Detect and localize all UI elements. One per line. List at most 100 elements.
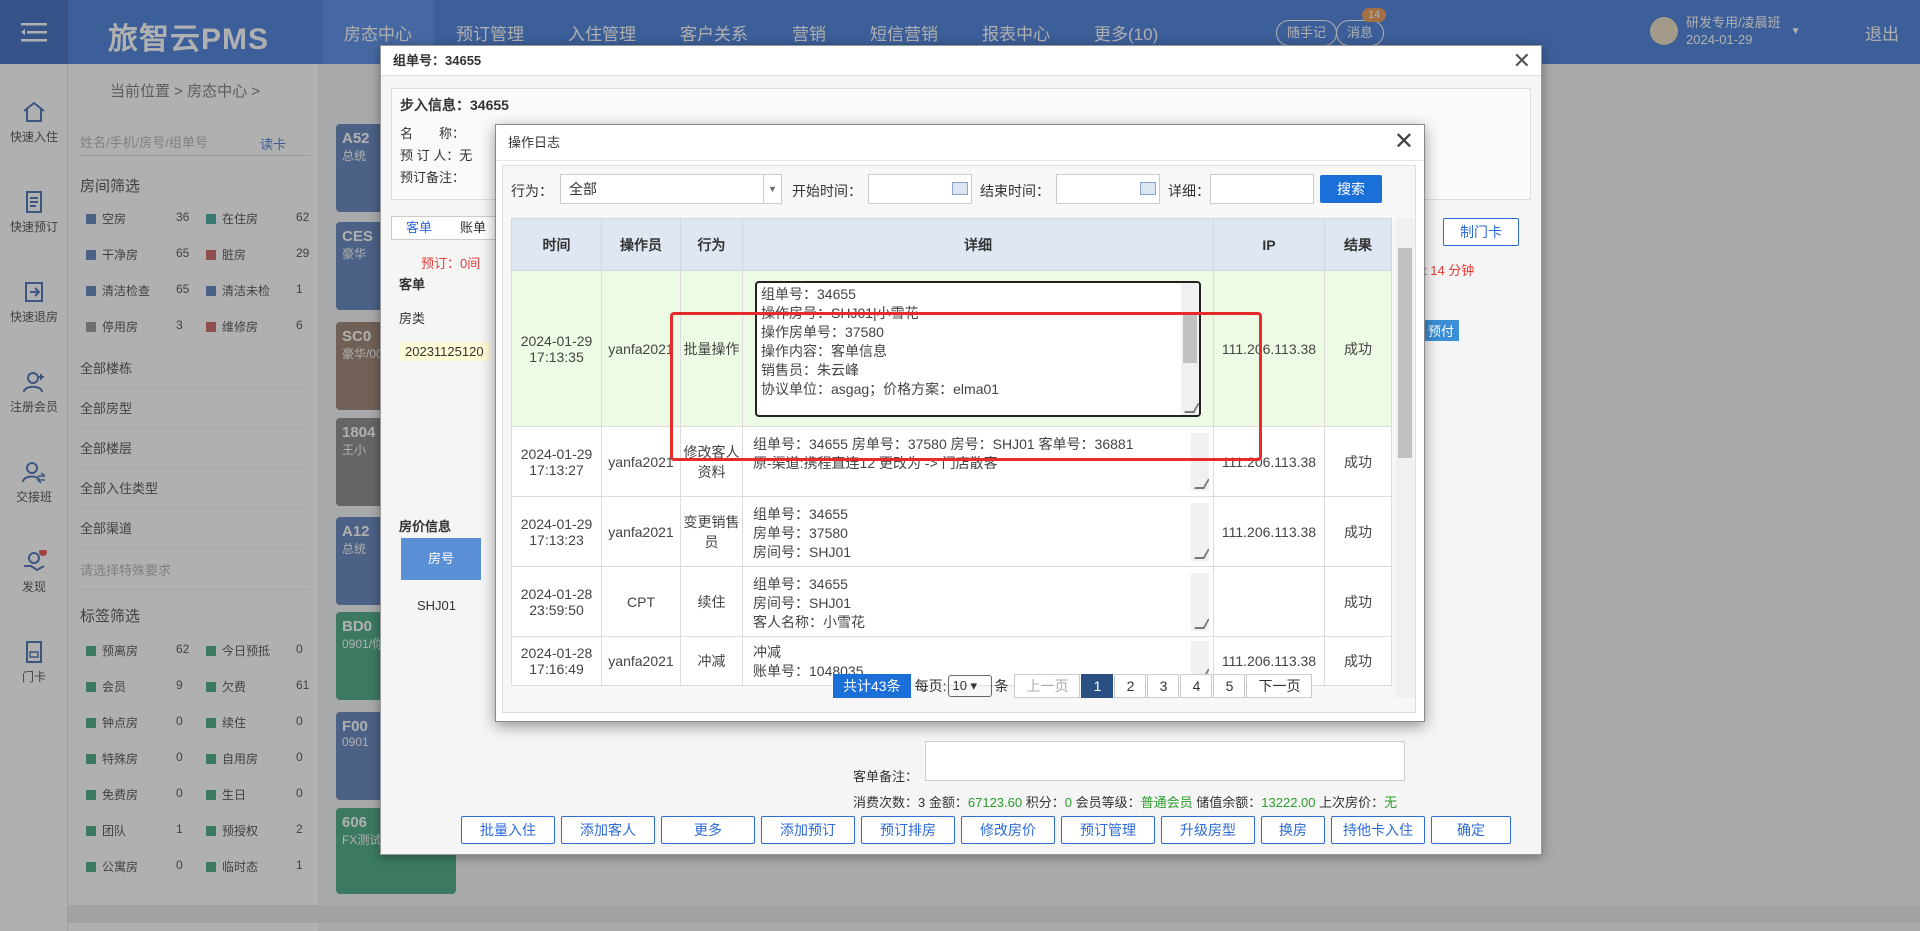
- log-operator: yanfa2021: [601, 270, 681, 427]
- per-page-select[interactable]: 10 ▾: [948, 675, 993, 697]
- add-guest-button[interactable]: 添加客人: [561, 816, 655, 844]
- page-2[interactable]: 2: [1114, 674, 1147, 698]
- order-modal-title: 组单号：34655: [381, 46, 1541, 76]
- log-action: 修改客人资料: [680, 426, 743, 497]
- log-table-header: 时间 操作员 行为 详细 IP 结果: [511, 218, 1392, 271]
- log-detail-text: 组单号：34655 操作房号：SHJ01|小雪花 操作房单号：37580 操作内…: [761, 285, 1000, 397]
- log-operator: yanfa2021: [601, 426, 681, 497]
- name-field-label: 名 称：: [400, 126, 466, 141]
- calendar-icon[interactable]: [952, 182, 968, 195]
- log-detail-cell: 组单号：34655 房间号：SHJ01 客人名称：小雪花: [742, 566, 1214, 637]
- log-detail-text: 组单号：34655 房单号：37580 房间号：SHJ01: [753, 505, 852, 560]
- make-card-button[interactable]: 制门卡: [1443, 218, 1519, 246]
- per-page-value: 10: [952, 678, 967, 693]
- booking-manage-button[interactable]: 预订管理: [1061, 816, 1155, 844]
- start-time-input[interactable]: [868, 174, 972, 204]
- other-card-checkin-button[interactable]: 持他卡入住: [1331, 816, 1425, 844]
- log-detail-textarea[interactable]: 组单号：34655 房间号：SHJ01 客人名称：小雪花: [749, 572, 1209, 631]
- log-detail-text: 组单号：34655 房单号：37580 房号：SHJ01 客单号：36881 原…: [753, 435, 1134, 471]
- log-row[interactable]: 2024-01-28 23:59:50 CPT 续住 组单号：34655 房间号：SH…: [511, 566, 1392, 637]
- prev-page-button[interactable]: 上一页: [1014, 674, 1081, 698]
- log-detail-cell: 组单号：34655 房单号：37580 房间号：SHJ01: [742, 496, 1214, 567]
- confirm-button[interactable]: 确定: [1431, 816, 1511, 844]
- action-label: 行为：: [511, 183, 553, 199]
- detail-label: 详细：: [1168, 183, 1210, 199]
- order-number-cell[interactable]: 20231125120: [399, 342, 490, 361]
- end-time-input[interactable]: [1056, 174, 1160, 204]
- add-booking-button[interactable]: 添加预订: [761, 816, 855, 844]
- log-action: 冲减: [680, 636, 743, 686]
- log-ip: 111.206.113.38: [1213, 496, 1325, 567]
- price-section-title: 房价信息: [399, 519, 452, 534]
- close-icon[interactable]: ✕: [1513, 49, 1531, 73]
- tab-bill[interactable]: 账单: [446, 217, 500, 239]
- order-tabs: 客单 账单: [391, 216, 501, 240]
- log-detail-textarea[interactable]: 组单号：34655 房单号：37580 房间号：SHJ01: [749, 502, 1209, 561]
- log-result: 成功: [1324, 496, 1392, 567]
- pagination: 共计43条 每页: 10 ▾ 条 上一页 1 2 3 4 5 下一页: [833, 673, 1313, 699]
- next-page-button[interactable]: 下一页: [1246, 674, 1313, 698]
- end-time-label: 结束时间：: [980, 183, 1050, 199]
- log-row[interactable]: 2024-01-29 17:13:23 yanfa2021 变更销售员 组单号：346…: [511, 496, 1392, 567]
- detail-input[interactable]: [1210, 174, 1314, 204]
- scrollbar-thumb[interactable]: [1398, 248, 1412, 458]
- log-operator: CPT: [601, 566, 681, 637]
- log-action: 续住: [680, 566, 743, 637]
- page-1[interactable]: 1: [1081, 674, 1114, 698]
- room-type-header: 房类: [399, 311, 426, 326]
- log-detail-textarea[interactable]: 组单号：34655 操作房号：SHJ01|小雪花 操作房单号：37580 操作内…: [755, 280, 1201, 417]
- batch-checkin-button[interactable]: 批量入住: [461, 816, 555, 844]
- col-action: 行为: [680, 218, 743, 271]
- action-select-value: 全部: [569, 181, 597, 197]
- booker-field: 预 订 人：无: [400, 148, 473, 163]
- log-operator: yanfa2021: [601, 496, 681, 567]
- remark-field-label: 预订备注：: [400, 170, 466, 185]
- log-dialog-title: 操作日志: [496, 125, 1424, 161]
- log-table: 时间 操作员 行为 详细 IP 结果 2024-01-29 17:13:35 ya…: [511, 218, 1392, 686]
- page-5[interactable]: 5: [1213, 674, 1246, 698]
- operation-log-dialog: 操作日志 ✕ 行为： 全部 ▼ 开始时间： 结束时间： 详细： 搜索 时间 操作…: [495, 124, 1425, 722]
- log-filter-bar: 行为： 全部 ▼ 开始时间： 结束时间： 详细： 搜索: [503, 166, 1403, 210]
- log-result: 成功: [1324, 566, 1392, 637]
- start-time-label: 开始时间：: [792, 183, 862, 199]
- log-scrollbar[interactable]: [1396, 218, 1414, 698]
- upgrade-room-button[interactable]: 升级房型: [1161, 816, 1255, 844]
- log-result: 成功: [1324, 636, 1392, 686]
- log-detail-text: 组单号：34655 房间号：SHJ01 客人名称：小雪花: [753, 575, 865, 630]
- guest-remark-label: 客单备注：: [853, 769, 919, 784]
- log-row[interactable]: 2024-01-29 17:13:27 yanfa2021 修改客人资料 组单号：34…: [511, 426, 1392, 497]
- member-info-line: 消费次数：3 金额：67123.60 积分：0 会员等级：普通会员 储值余额：1…: [853, 795, 1398, 810]
- page-3[interactable]: 3: [1147, 674, 1180, 698]
- assign-room-button[interactable]: 预订排房: [861, 816, 955, 844]
- chevron-down-icon: ▼: [763, 175, 781, 203]
- guest-remark-input[interactable]: [925, 741, 1405, 781]
- detail-scrollbar[interactable]: [1181, 282, 1199, 415]
- log-ip: 111.206.113.38: [1213, 426, 1325, 497]
- log-time: 2024-01-29 17:13:23: [511, 496, 602, 567]
- col-operator: 操作员: [601, 218, 681, 271]
- total-count: 共计43条: [833, 674, 911, 698]
- log-action: 批量操作: [680, 270, 743, 427]
- per-page-label: 每页:: [914, 678, 947, 694]
- edit-price-button[interactable]: 修改房价: [961, 816, 1055, 844]
- room-no-cell: SHJ01: [417, 598, 457, 613]
- log-time: 2024-01-28 23:59:50: [511, 566, 602, 637]
- log-ip: [1213, 566, 1325, 637]
- log-detail-textarea[interactable]: 组单号：34655 房单号：37580 房号：SHJ01 客单号：36881 原…: [749, 432, 1209, 491]
- more-button[interactable]: 更多: [661, 816, 755, 844]
- log-time: 2024-01-28 17:16:49: [511, 636, 602, 686]
- order-info-title: 步入信息：34655: [400, 97, 509, 113]
- room-no-header: 房号: [401, 538, 481, 580]
- close-icon[interactable]: ✕: [1394, 129, 1414, 155]
- tab-guest[interactable]: 客单: [392, 217, 446, 239]
- page-4[interactable]: 4: [1180, 674, 1213, 698]
- change-room-button[interactable]: 换房: [1261, 816, 1325, 844]
- action-select[interactable]: 全部 ▼: [560, 174, 782, 204]
- countdown-text: t 14 分钟: [1423, 263, 1475, 278]
- search-button[interactable]: 搜索: [1320, 175, 1382, 203]
- log-detail-cell: 组单号：34655 操作房号：SHJ01|小雪花 操作房单号：37580 操作内…: [742, 270, 1214, 427]
- order-action-buttons: 批量入住 添加客人 更多 添加预订 预订排房 修改房价 预订管理 升级房型 换房…: [461, 816, 1517, 844]
- calendar-icon[interactable]: [1140, 182, 1156, 195]
- log-ip: 111.206.113.38: [1213, 270, 1325, 427]
- log-row[interactable]: 2024-01-29 17:13:35 yanfa2021 批量操作 组单号：3465…: [511, 270, 1392, 427]
